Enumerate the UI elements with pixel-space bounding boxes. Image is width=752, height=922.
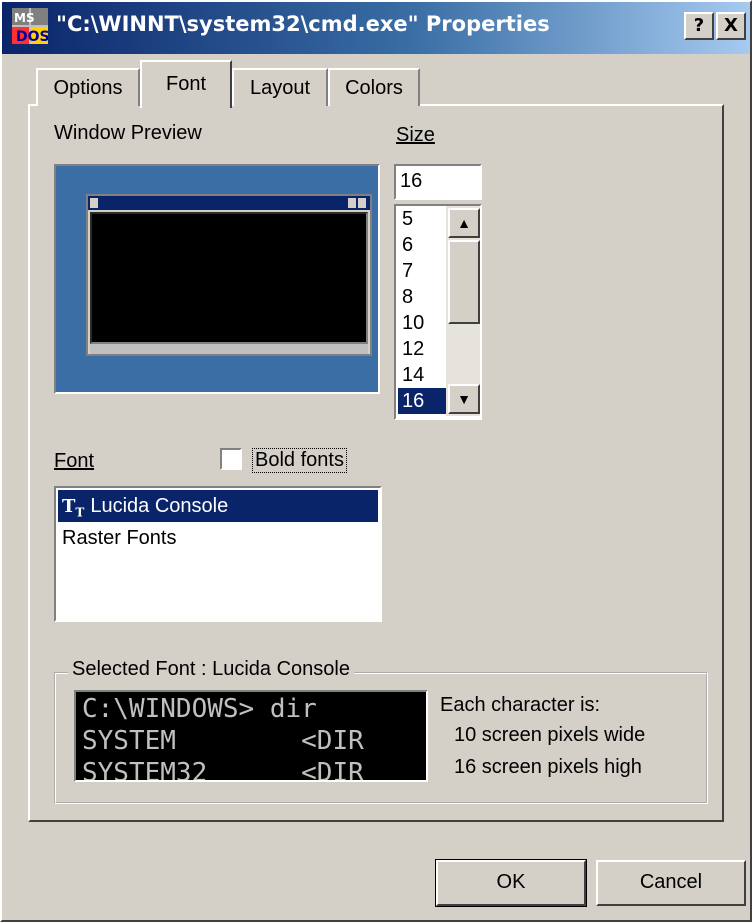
font-item-lucida-console[interactable]: TT Lucida Console (58, 490, 378, 522)
size-option[interactable]: 7 (398, 258, 450, 284)
bold-fonts-checkbox[interactable] (220, 448, 242, 470)
size-input[interactable]: 16 (394, 164, 482, 200)
svg-text:MS: MS (14, 11, 35, 25)
close-button[interactable]: X (716, 12, 746, 40)
font-label-text: Font (54, 450, 95, 472)
size-option[interactable]: 8 (398, 284, 450, 310)
size-option-selected[interactable]: 16 (398, 388, 450, 414)
svg-text:DOS: DOS (16, 29, 48, 44)
cancel-button[interactable]: Cancel (596, 860, 746, 906)
truetype-icon: TT (62, 496, 85, 520)
font-label: Font (54, 450, 94, 473)
help-button[interactable]: ? (684, 12, 714, 40)
sample-line: C:\WINDOWS> dir (82, 694, 317, 724)
selected-font-group-label: Selected Font : Lucida Console (68, 658, 354, 681)
bold-fonts-label[interactable]: Bold fonts (252, 448, 347, 473)
size-option[interactable]: 10 (398, 310, 450, 336)
ms-dos-icon: MS DOS (12, 8, 48, 44)
preview-system-icon (90, 198, 98, 208)
sample-line: SYSTEM32 <DIR (82, 758, 364, 782)
scroll-down-arrow-icon[interactable]: ▼ (448, 384, 480, 414)
preview-console-area (90, 212, 368, 344)
window-preview-label: Window Preview (54, 122, 202, 144)
sample-line: SYSTEM <DIR (82, 726, 364, 756)
char-height-text: 16 screen pixels high (454, 756, 642, 778)
font-sample-preview: C:\WINDOWS> dir SYSTEM <DIR SYSTEM32 <DI… (74, 690, 428, 782)
preview-max-icon (358, 198, 366, 208)
tab-colors[interactable]: Colors (328, 68, 420, 106)
font-item-label: Raster Fonts (62, 527, 177, 549)
scroll-thumb[interactable] (448, 240, 480, 324)
preview-scrollbar (90, 344, 368, 354)
preview-title-bar (88, 196, 370, 210)
tab-options[interactable]: Options (36, 68, 140, 106)
size-option[interactable]: 5 (398, 206, 450, 232)
window-title: "C:\WINNT\system32\cmd.exe" Properties (56, 12, 550, 36)
size-label: Size (396, 124, 435, 147)
char-width-text: 10 screen pixels wide (454, 724, 646, 746)
font-list[interactable]: TT Lucida Console Raster Fonts (54, 486, 382, 622)
tab-font[interactable]: Font (140, 60, 232, 108)
font-item-label: Lucida Console (90, 495, 229, 517)
preview-min-icon (348, 198, 356, 208)
char-size-label: Each character is: (440, 694, 601, 716)
tab-layout[interactable]: Layout (232, 68, 328, 106)
font-item-raster-fonts[interactable]: Raster Fonts (58, 522, 378, 554)
ok-button[interactable]: OK (435, 859, 587, 907)
size-option[interactable]: 14 (398, 362, 450, 388)
size-option[interactable]: 12 (398, 336, 450, 362)
scroll-up-arrow-icon[interactable]: ▲ (448, 208, 480, 238)
size-label-text: Size (396, 124, 435, 146)
size-option[interactable]: 6 (398, 232, 450, 258)
